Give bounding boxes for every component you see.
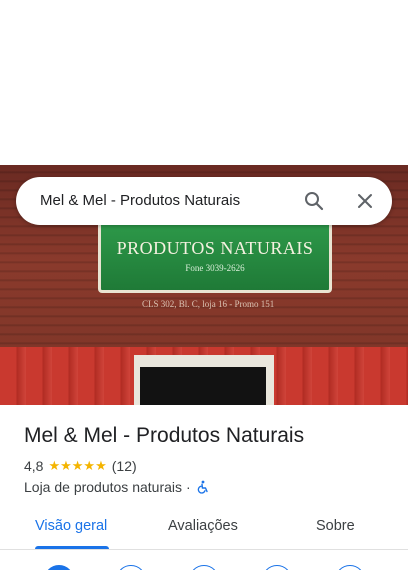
tab-avaliacoes[interactable]: Avaliações	[168, 518, 238, 534]
tab-visao-geral[interactable]: Visão geral	[35, 518, 107, 534]
search-icon[interactable]	[302, 189, 326, 213]
close-icon[interactable]	[353, 189, 377, 213]
sign-phone-text: Fone 3039-2626	[185, 262, 245, 273]
wheelchair-icon[interactable]	[196, 480, 210, 494]
send-to-phone-button[interactable]	[262, 565, 292, 570]
search-input[interactable]: Mel & Mel - Produtos Naturais	[40, 192, 240, 209]
tab-bar: Visão geral Avaliações Sobre	[0, 504, 408, 550]
separator: ·	[186, 479, 191, 495]
place-category: Loja de produtos naturais	[24, 479, 182, 495]
share-button[interactable]	[335, 565, 365, 570]
category-row: Loja de produtos naturais ·	[24, 479, 210, 495]
save-button[interactable]	[116, 565, 146, 570]
directions-button[interactable]	[44, 565, 74, 570]
action-buttons-row	[0, 565, 408, 570]
rating-value: 4,8	[24, 458, 44, 474]
place-title: Mel & Mel - Produtos Naturais	[24, 424, 305, 447]
storefront-sign: PRODUTOS NATURAIS Fone 3039-2626	[98, 217, 332, 293]
door-opening	[140, 367, 266, 405]
star-rating-icon: ★★★★★	[48, 458, 107, 473]
storefront-door	[134, 355, 274, 405]
review-count[interactable]: (12)	[112, 458, 137, 474]
search-bar[interactable]: Mel & Mel - Produtos Naturais	[16, 177, 392, 225]
active-tab-indicator	[35, 546, 109, 549]
nearby-button[interactable]	[189, 565, 219, 570]
sign-address-text: CLS 302, Bl. C, loja 16 - Promo 151	[142, 299, 275, 309]
rating-row[interactable]: 4,8 ★★★★★ (12)	[24, 458, 137, 474]
sign-main-text: PRODUTOS NATURAIS	[116, 237, 314, 258]
tab-sobre[interactable]: Sobre	[316, 518, 355, 534]
